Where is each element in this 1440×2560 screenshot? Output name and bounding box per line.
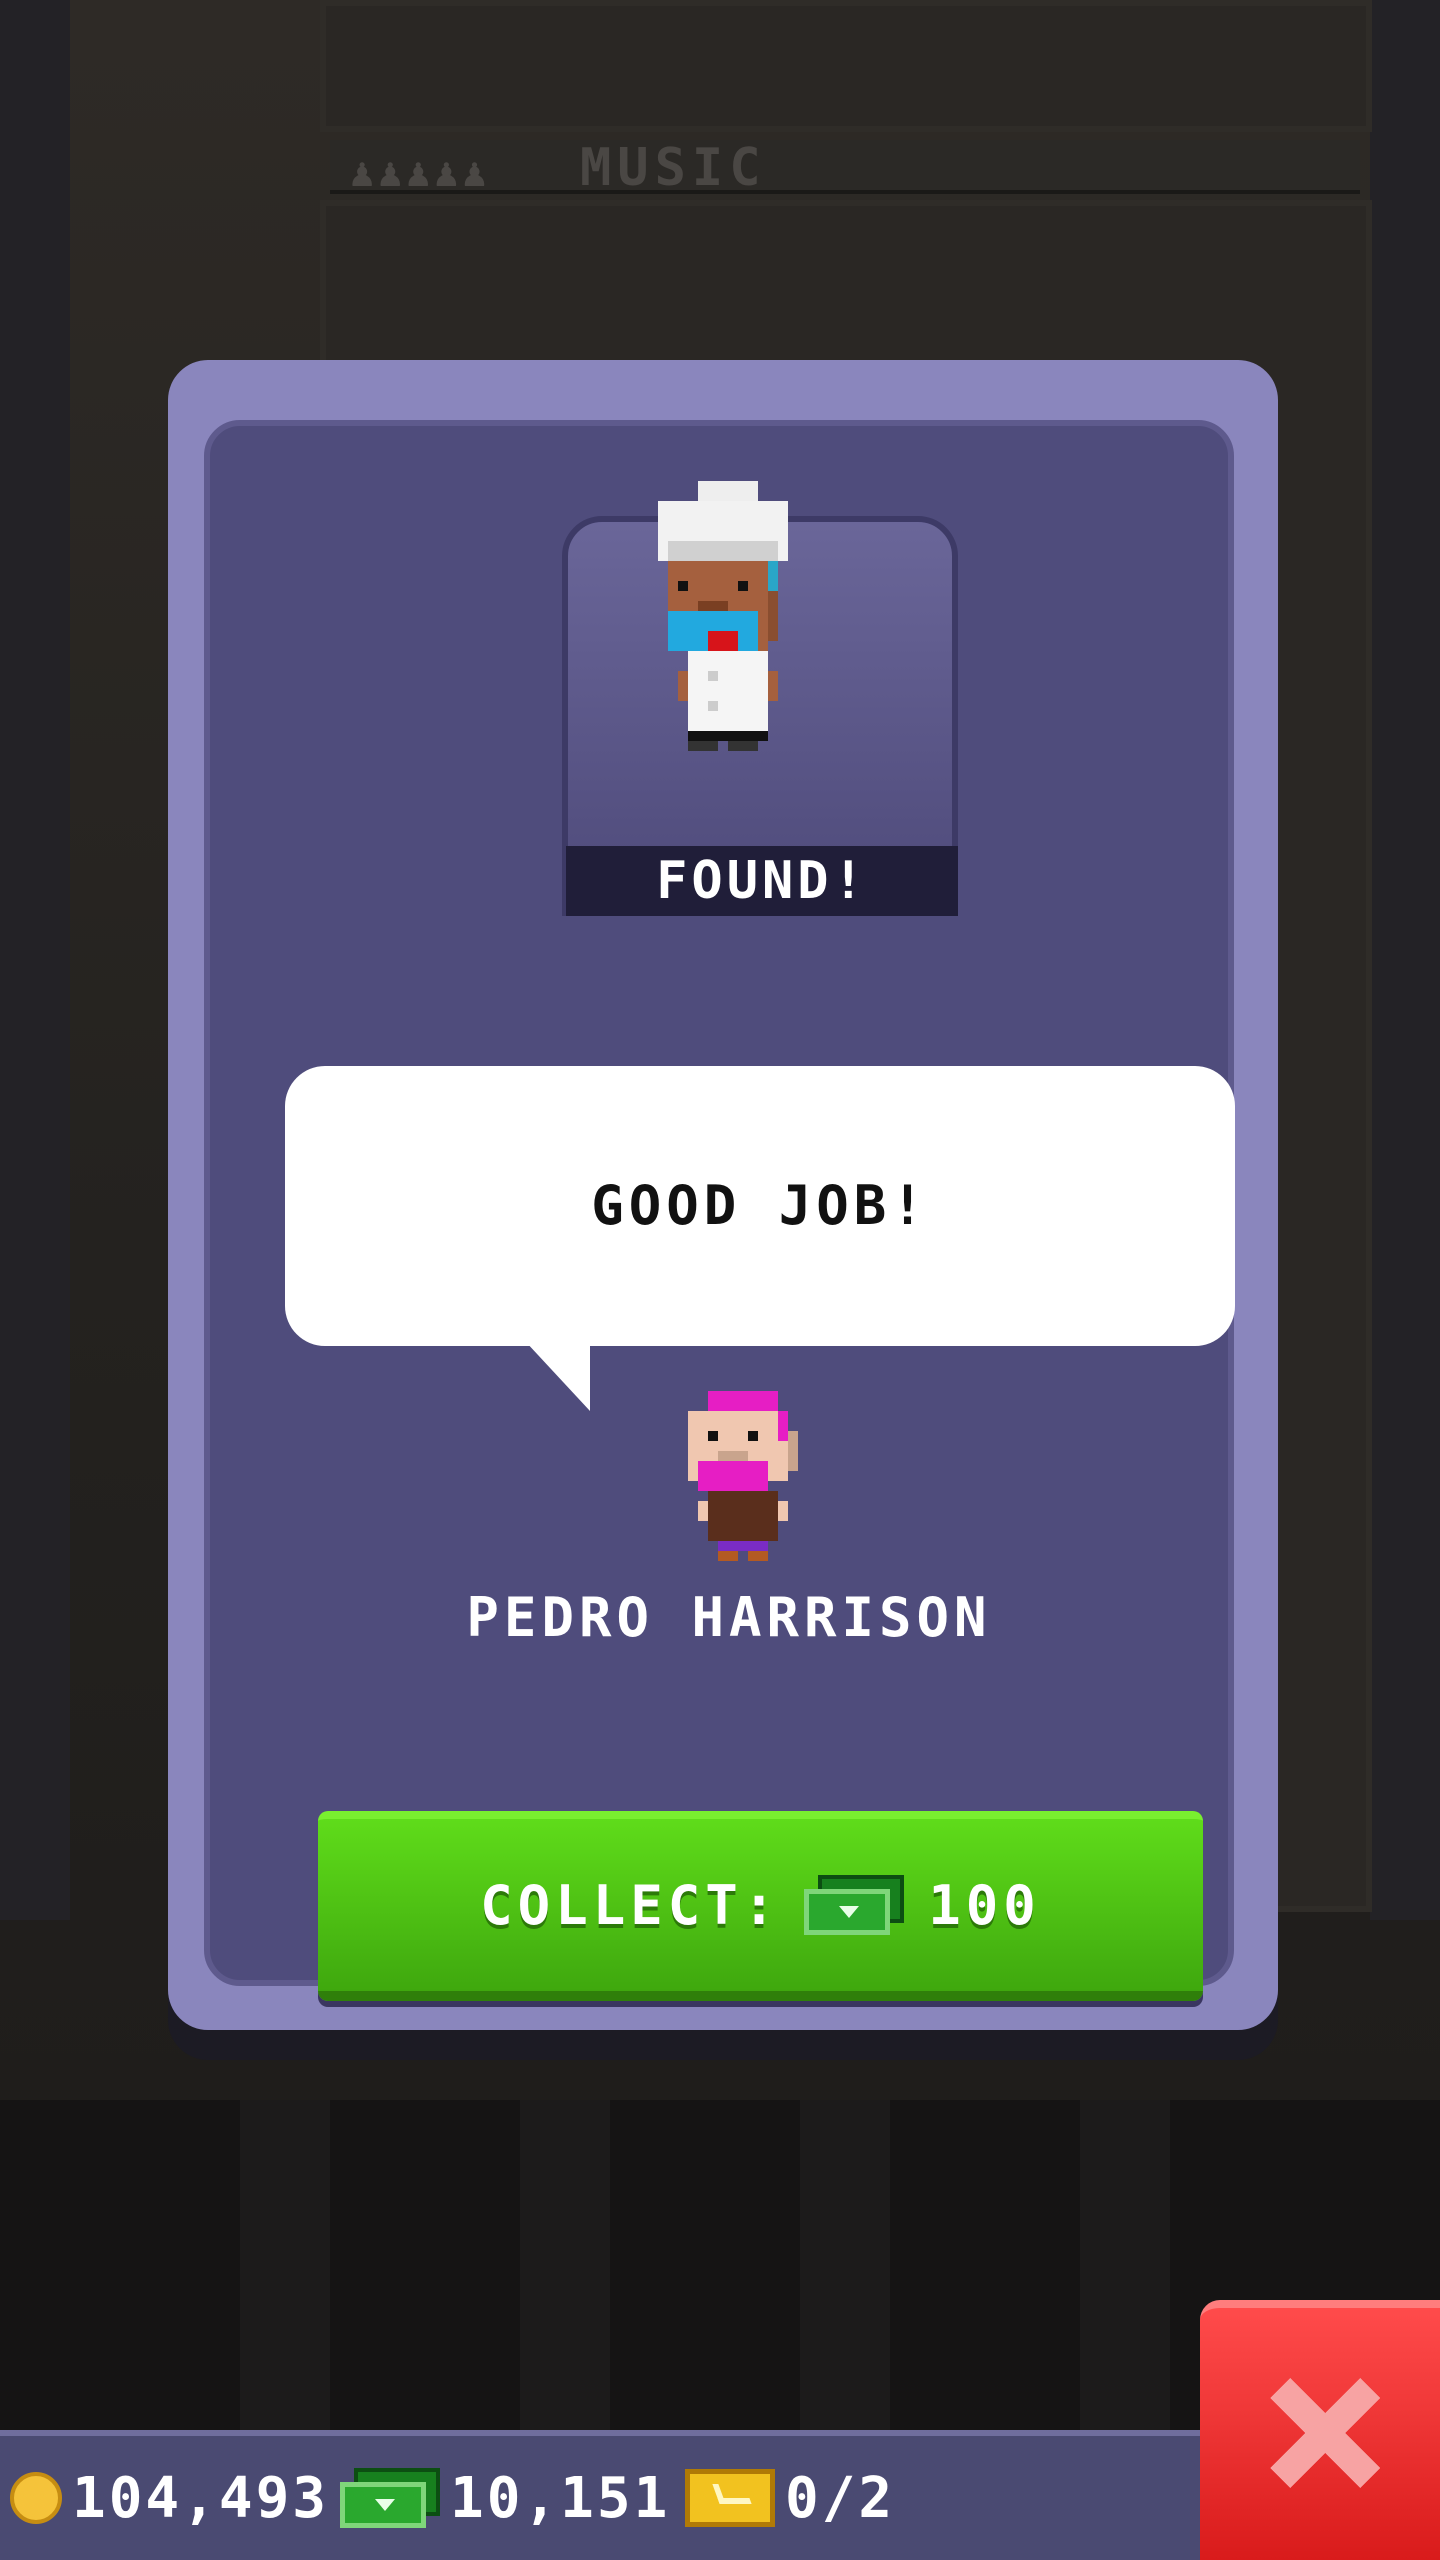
ticket-icon [685, 2469, 775, 2527]
ground-pillar [240, 2100, 330, 2430]
npc-name: PEDRO HARRISON [466, 1586, 992, 1649]
floor-residents-icon: ♟♟♟♟♟ [350, 150, 491, 196]
speech-bubble: GOOD JOB! [285, 1066, 1235, 1346]
tickets-value: 0/2 [785, 2465, 896, 2531]
ground-pillar [800, 2100, 890, 2430]
close-icon [1270, 2378, 1380, 2488]
bux-icon [340, 2468, 440, 2528]
coins-counter[interactable]: 104,493 [10, 2436, 329, 2560]
found-status-label: FOUND! [566, 846, 958, 916]
tower-wall-right [1370, 0, 1440, 1920]
floor-sign: MUSIC [580, 138, 767, 198]
close-button[interactable] [1200, 2300, 1440, 2560]
speech-bubble-tail [525, 1341, 590, 1411]
coin-icon [10, 2472, 62, 2524]
ground-pillar [1080, 2100, 1170, 2430]
collect-reward-button[interactable]: COLLECT: 100 [318, 1811, 1203, 2001]
dialog-panel: FOUND! GOOD JOB! PEDRO HARRISON COLLECT: [204, 420, 1235, 2001]
top-floor-room [320, 0, 1372, 132]
tickets-counter[interactable]: 0/2 [685, 2436, 895, 2560]
tower-wall-left [0, 0, 70, 1920]
ground-pillar [520, 2100, 610, 2430]
collect-label: COLLECT: [480, 1873, 781, 1937]
collect-button-content: COLLECT: 100 [318, 1819, 1203, 1991]
speech-text: GOOD JOB! [591, 1174, 929, 1237]
bux-icon [804, 1875, 905, 1935]
chef-bitizen-avatar [658, 481, 788, 751]
coins-value: 104,493 [72, 2465, 330, 2531]
currency-hud: 104,493 10,151 0/2 [0, 2430, 1200, 2560]
bux-value: 10,151 [450, 2465, 671, 2531]
bux-counter[interactable]: 10,151 [340, 2436, 670, 2560]
collect-amount: 100 [928, 1873, 1041, 1937]
found-dialog: FOUND! GOOD JOB! PEDRO HARRISON COLLECT: [168, 360, 1278, 2030]
npc-bitizen-avatar [688, 1391, 798, 1561]
